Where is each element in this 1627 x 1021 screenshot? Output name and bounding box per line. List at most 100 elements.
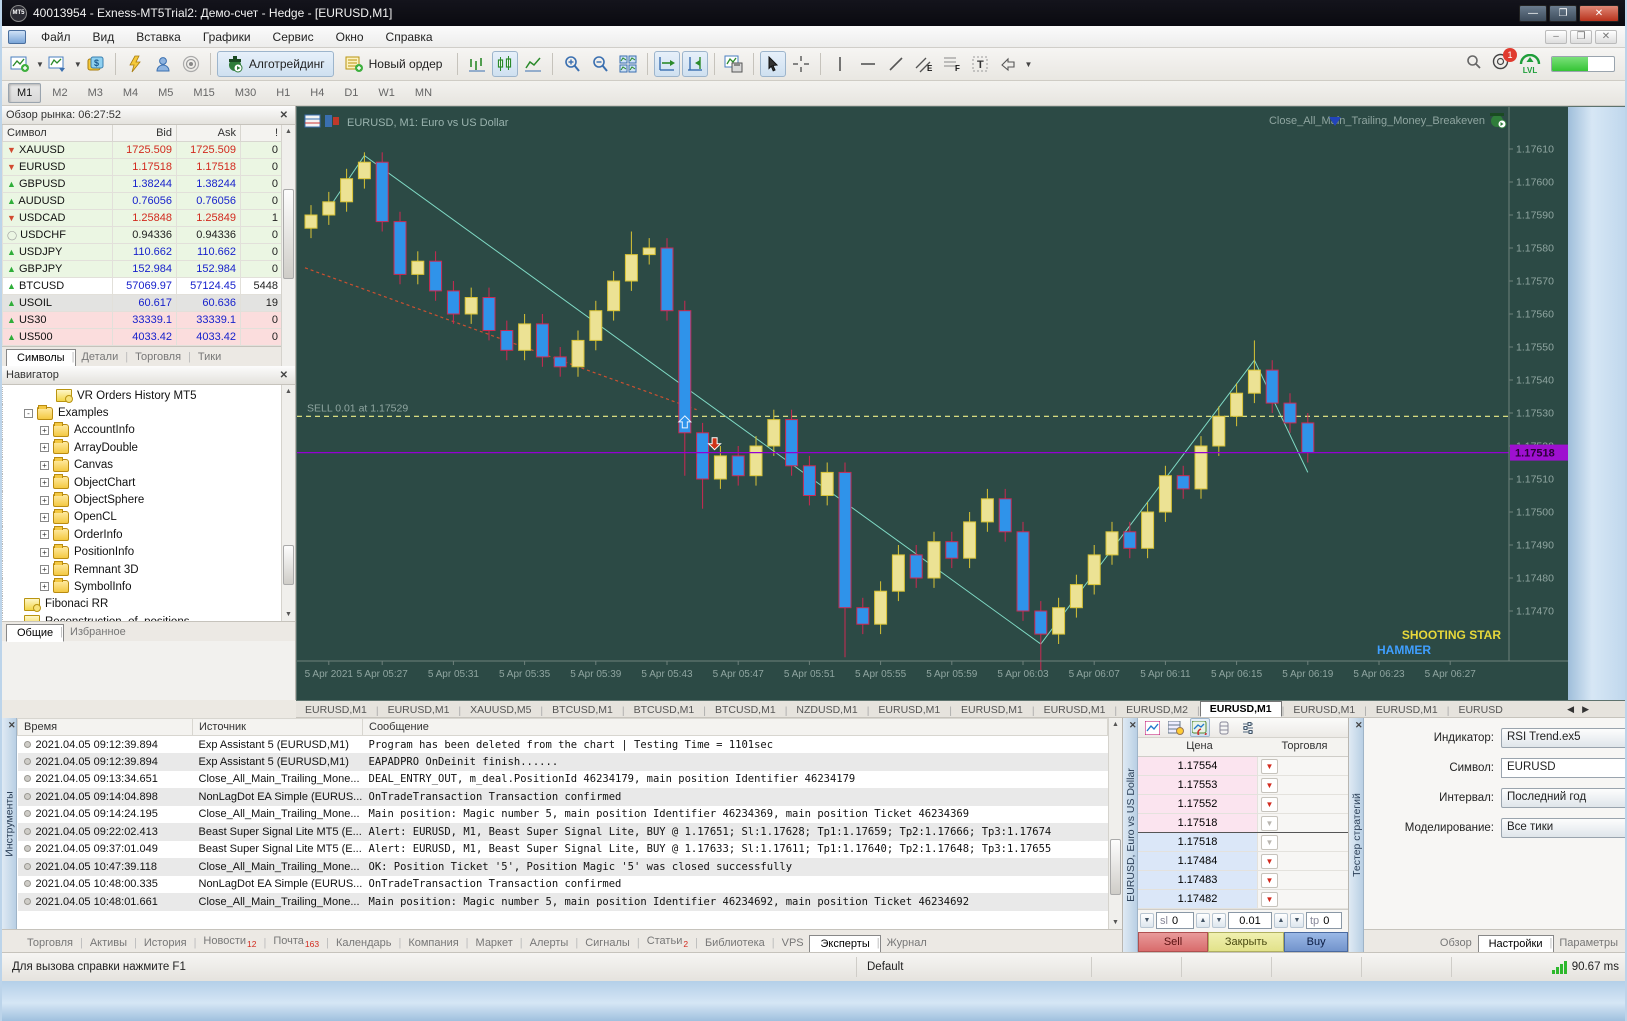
dropdown-arrow-icon[interactable]: ▼ [1261,777,1278,793]
chart-tab-12[interactable]: EURUSD,M1 [1284,703,1364,717]
interval-dropdown[interactable]: Последний год [1501,788,1625,808]
expand-icon[interactable]: + [40,495,49,505]
price-chart[interactable]: SELL 0.01 at 1.17529 1.17610 1.17600 1.1759… [297,107,1570,700]
crosshair-icon[interactable] [788,51,814,77]
chart-tab-10[interactable]: EURUSD,M2 [1117,703,1197,717]
timeframe-d1[interactable]: D1 [335,83,367,103]
algo-trading-button[interactable]: Алготрейдинг [216,51,334,77]
market-watch-row-audusd[interactable]: ▲ AUDUSD 0.76056 0.76056 0 [2,192,283,210]
tp-field[interactable]: tp 0 [1306,912,1342,929]
trade-column-header[interactable]: Торговля [1261,738,1348,756]
dropdown-caret-icon[interactable]: ▼ [1024,60,1032,69]
mdi-close-button[interactable]: ✕ [1595,29,1617,44]
log-row[interactable]: 2021.04.05 10:47:39.118 Close_All_Main_Tr… [17,858,1108,876]
navigator-item[interactable]: + AccountInfo [2,421,295,440]
notifications-icon[interactable]: 1 [1492,48,1517,75]
market-watch-row-usdchf[interactable]: ◯ USDCHF 0.94336 0.94336 0 [2,226,283,244]
toolbox-tab-журнал[interactable]: Журнал [876,934,938,952]
cloud-icon[interactable] [150,51,176,77]
market-watch-row-gbpusd[interactable]: ▲ GBPUSD 1.38244 1.38244 0 [2,175,283,193]
timeframe-mn[interactable]: MN [406,83,441,103]
chart-tab-4[interactable]: BTCUSD,M1 [625,703,704,717]
profiles-icon[interactable] [45,51,71,77]
toolbox-tab-активы[interactable]: Активы [79,934,138,952]
expand-icon[interactable]: + [40,478,49,488]
fibonacci-icon[interactable]: F [939,51,965,77]
symbol-field[interactable]: EURUSD [1501,758,1625,778]
money-icon[interactable]: $ [83,51,109,77]
broadcast-icon[interactable] [178,51,204,77]
log-row[interactable]: 2021.04.05 10:48:00.335 NonLagDot EA Simp… [18,876,1108,894]
candles-icon[interactable] [492,51,519,77]
navigator-item[interactable]: + ArrayDouble [2,439,295,457]
chart-tab-9[interactable]: EURUSD,M1 [1035,703,1115,717]
expand-icon[interactable]: + [40,565,49,575]
tabs-scroll-left-icon[interactable]: ◀ [1567,704,1574,715]
log-row[interactable]: 2021.04.05 09:37:01.049 Beast Super Signa… [18,841,1108,859]
zoom-out-icon[interactable] [587,51,613,77]
market-watch-row-us30[interactable]: ▲ US30 33339.1 33339.1 0 [2,311,283,329]
toolbox-tab-торговля[interactable]: Торговля [16,934,84,952]
timeframe-m5[interactable]: M5 [149,83,182,103]
modeling-dropdown[interactable]: Все тики [1501,818,1625,838]
navigator-item[interactable]: + ObjectChart [2,473,295,492]
vertical-line-icon[interactable] [827,51,853,77]
lvl-icon[interactable]: LVL [1519,53,1541,75]
column-header-ask[interactable]: Ask [176,125,241,142]
scroll-up-icon[interactable]: ▲ [282,125,295,138]
timeframe-w1[interactable]: W1 [369,83,404,103]
column-header-символ[interactable]: Символ [2,125,113,142]
log-row[interactable]: 2021.04.05 09:12:39.894 Exp Assistant 5 (… [18,736,1108,754]
zoom-in-icon[interactable] [559,51,585,77]
chart-tab-0[interactable]: EURUSD,M1 [296,703,376,717]
log-row[interactable]: 2021.04.05 09:14:04.898 NonLagDot EA Simp… [17,788,1108,806]
expand-icon[interactable]: + [40,582,49,592]
chart-window-eurusd-m1[interactable]: SELL 0.01 at 1.17529 1.17610 1.17600 1.1759… [296,106,1625,701]
toolbox-tab-алерты[interactable]: Алерты [519,934,580,952]
cursor-icon[interactable] [760,51,787,77]
chart-tab-14[interactable]: EURUSD [1449,703,1511,717]
scroll-up-icon[interactable]: ▲ [1109,718,1122,731]
dom-bid-row[interactable]: 1.17483 ▼ [1138,871,1348,890]
scroll-down-icon[interactable]: ▼ [282,608,295,621]
toolbox-tab-компания[interactable]: Компания [397,934,469,952]
indicator-dropdown[interactable]: RSI Trend.ex5 [1501,728,1625,748]
collapse-icon[interactable]: - [24,408,33,418]
timeframe-h4[interactable]: H4 [301,83,333,103]
dropdown-arrow-icon[interactable]: ▼ [1261,758,1278,774]
status-profile[interactable]: Default [857,957,1092,977]
toolbox-tab-библиотека[interactable]: Библиотека [694,934,776,952]
menu-вставка[interactable]: Вставка [125,28,192,46]
log-column-0[interactable]: Время [17,718,193,736]
timeframe-m30[interactable]: M30 [226,83,265,103]
dropdown-arrow-icon[interactable]: ▼ [1261,834,1278,850]
expand-icon[interactable]: + [40,425,49,435]
chart-tab-11[interactable]: EURUSD,M1 [1199,701,1282,717]
price-column-header[interactable]: Цена [1138,738,1261,756]
depth-grid-icon[interactable] [1166,718,1186,737]
market-watch-row-gbpjpy[interactable]: ▲ GBPJPY 152.984 152.984 0 [2,260,283,278]
market-watch-tab-детали[interactable]: Детали [70,348,129,366]
template-icon[interactable] [721,51,747,77]
dropdown-arrow-icon[interactable]: ▼ [1261,853,1278,869]
menu-вид[interactable]: Вид [82,28,126,46]
channel-icon[interactable]: E [911,51,937,77]
expand-icon[interactable]: + [40,443,49,453]
navigator-item[interactable]: + ObjectSphere [2,491,295,509]
one-click-trading-icon[interactable] [1190,718,1210,737]
toolbox-tab-эксперты[interactable]: Эксперты [809,935,881,953]
scroll-up-icon[interactable]: ▲ [282,385,295,398]
minimize-button[interactable]: — [1519,4,1547,22]
expand-icon[interactable]: + [40,512,49,522]
sl-decrease-button[interactable]: ▼ [1140,913,1154,928]
tester-tab-параметры[interactable]: Параметры [1548,934,1625,952]
tabs-scroll-right-icon[interactable]: ▶ [1582,704,1589,715]
log-column-1[interactable]: Источник [192,718,363,736]
volume-increase-button[interactable]: ▲ [1274,913,1288,928]
market-watch-row-usdjpy[interactable]: ▲ USDJPY 110.662 110.662 0 [2,243,283,261]
mdi-restore-button[interactable]: ❐ [1570,29,1592,44]
toolbox-tab-календарь[interactable]: Календарь [325,934,403,952]
sl-field[interactable]: sl 0 [1156,912,1194,929]
log-row[interactable]: 2021.04.05 09:12:39.894 Exp Assistant 5 (… [17,753,1108,771]
menu-сервис[interactable]: Сервис [262,28,325,46]
